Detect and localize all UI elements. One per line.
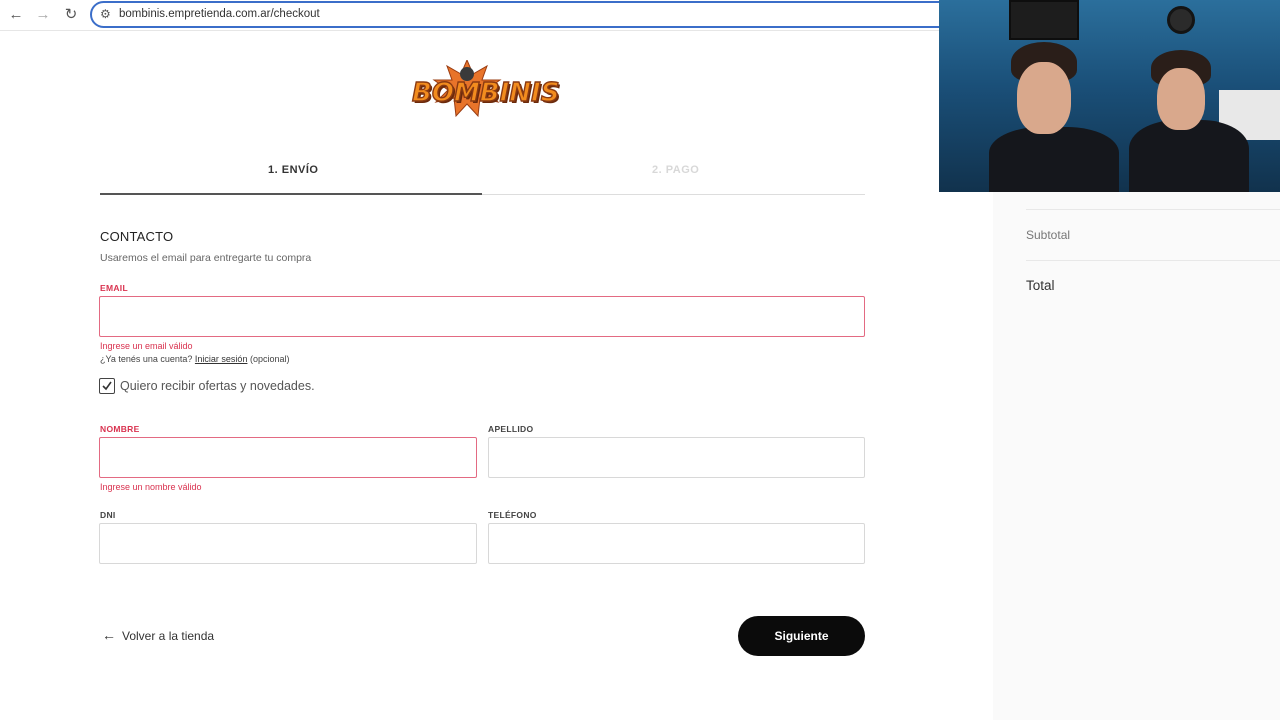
contact-title: CONTACTO [100,229,174,244]
step-indicator-inactive [482,194,865,195]
account-prompt: ¿Ya tenés una cuenta? [100,354,193,364]
email-label: EMAIL [100,283,128,293]
webcam-clock [1167,6,1195,34]
email-error: Ingrese un email válido [100,341,193,351]
telefono-label: TELÉFONO [488,510,537,520]
back-label: Volver a la tienda [122,629,215,643]
dni-label: DNI [100,510,116,520]
newsletter-checkbox[interactable] [99,378,115,394]
address-bar[interactable]: ⚙ bombinis.empretienda.com.ar/checkout [90,1,960,28]
nombre-label: NOMBRE [100,424,140,434]
arrow-left-icon[interactable]: ← [6,5,26,25]
order-summary-panel [993,192,1280,720]
nombre-error: Ingrese un nombre válido [100,482,202,492]
webcam-overlay [939,0,1280,192]
webcam-shelf [1009,0,1079,40]
summary-divider [1026,260,1280,261]
webcam-person [1129,50,1249,192]
total-label: Total [1026,278,1055,293]
telefono-field[interactable] [488,523,865,564]
account-prompt-line: ¿Ya tenés una cuenta? Iniciar sesión (op… [100,354,290,364]
contact-subtitle: Usaremos el email para entregarte tu com… [100,252,312,264]
logo-text: BOMBINIS [411,77,560,108]
subtotal-label: Subtotal [1026,228,1071,242]
login-link[interactable]: Iniciar sesión [195,354,248,364]
nombre-field[interactable] [99,437,477,478]
optional-text: (opcional) [249,354,290,364]
arrow-right-icon[interactable]: → [33,5,53,25]
step-indicator-active [100,193,482,195]
newsletter-label[interactable]: Quiero recibir ofertas y novedades. [120,379,315,393]
apellido-label: APELLIDO [488,424,534,434]
url-text[interactable]: bombinis.empretienda.com.ar/checkout [119,8,320,20]
back-to-store-link[interactable]: ← Volver a la tienda [102,627,214,643]
step-pago: 2. PAGO [652,164,700,176]
dni-field[interactable] [99,523,477,564]
apellido-field[interactable] [488,437,865,478]
checkmark-icon [102,381,112,391]
reload-icon[interactable]: ↻ [61,5,81,25]
step-envio: 1. ENVÍO [268,164,319,176]
webcam-person [989,42,1119,192]
summary-divider [1026,209,1280,210]
arrow-left-icon: ← [102,627,116,643]
site-settings-icon[interactable]: ⚙ [100,7,111,21]
next-button[interactable]: Siguiente [738,616,865,656]
store-logo[interactable]: BOMBINIS [411,60,560,120]
email-field[interactable] [99,296,865,337]
